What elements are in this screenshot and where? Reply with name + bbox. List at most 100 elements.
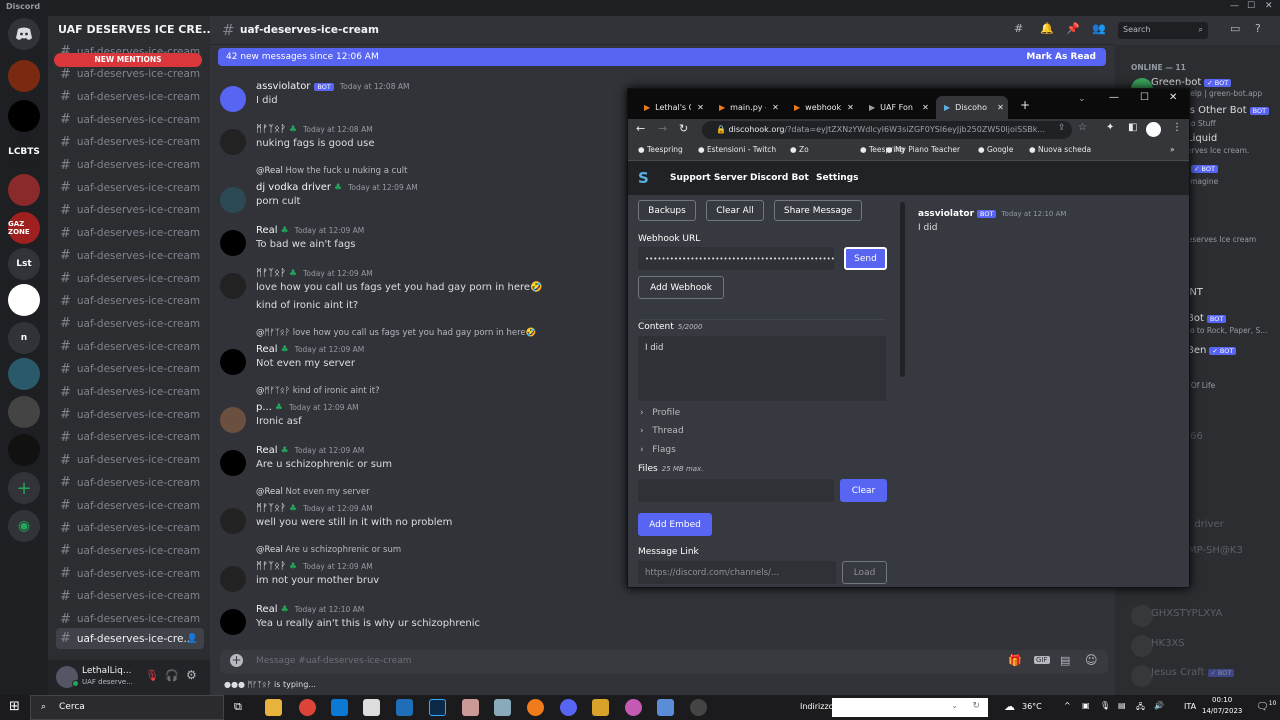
add-server-icon[interactable]: +: [8, 472, 40, 504]
gif-icon[interactable]: GIF: [1034, 656, 1050, 664]
app-icon[interactable]: [657, 699, 674, 716]
menu-kebab-icon[interactable]: ⋮: [1172, 122, 1182, 133]
browser-tab[interactable]: ▶ Discoho ✕: [936, 96, 1008, 119]
avatar[interactable]: [1131, 665, 1153, 687]
member-item[interactable]: Jesus Craft ✓ BOT: [1151, 667, 1235, 678]
close-tab-icon[interactable]: ✕: [697, 103, 704, 112]
fl-studio-icon[interactable]: [527, 699, 544, 716]
close-tab-icon[interactable]: ✕: [772, 103, 779, 112]
channel-item[interactable]: # uaf-deserves-ice-cream: [56, 268, 204, 289]
member-item[interactable]: Ben ✓ BOT: [1187, 345, 1237, 356]
backups-button[interactable]: Backups: [638, 200, 696, 221]
channel-item[interactable]: # uaf-deserves-ice-cream: [56, 518, 204, 539]
avatar[interactable]: [1131, 635, 1153, 657]
reply-preview[interactable]: @Real Are u schizophrenic or sum: [256, 545, 401, 555]
channel-item[interactable]: # uaf-deserves-ice-cream: [56, 245, 204, 266]
channel-item[interactable]: # uaf-deserves-ice-cream: [56, 472, 204, 493]
channel-item-selected[interactable]: # uaf-deserves-ice-cre... 👤: [56, 628, 204, 649]
browser-tab[interactable]: ▶ Lethal's C ✕: [636, 96, 708, 119]
author-name[interactable]: ᛗᚠᛉᛟᚹ: [256, 268, 286, 279]
task-view-icon[interactable]: ⧉: [234, 700, 242, 714]
browser-tab[interactable]: ▶ UAF Fon ✕: [861, 96, 933, 119]
avatar[interactable]: [220, 230, 246, 256]
bookmark-item[interactable]: ● Zo: [790, 145, 809, 154]
channel-item[interactable]: # uaf-deserves-ice-cream: [56, 382, 204, 403]
channel-item[interactable]: # uaf-deserves-ice-cream: [56, 291, 204, 312]
help-icon[interactable]: ?: [1255, 22, 1261, 35]
notifications-icon[interactable]: 🗨10: [1256, 700, 1276, 712]
avatar[interactable]: [220, 86, 246, 112]
reload-icon[interactable]: ↻: [679, 122, 688, 135]
channel-item[interactable]: # uaf-deserves-ice-cream: [56, 404, 204, 425]
refresh-icon[interactable]: ↻: [972, 701, 980, 711]
member-item[interactable]: Green-bot ✓ BOT: [1151, 77, 1232, 88]
author-name[interactable]: Real: [256, 604, 278, 615]
server-icon[interactable]: GAZ ZONE: [8, 212, 40, 244]
server-name[interactable]: UAF DESERVES ICE CRE... ⌄: [58, 23, 210, 36]
channel-item[interactable]: # uaf-deserves-ice-cream: [56, 495, 204, 516]
avatar[interactable]: [220, 129, 246, 155]
avatar[interactable]: [1131, 605, 1153, 627]
new-tab-button[interactable]: +: [1020, 98, 1030, 112]
tab-search-icon[interactable]: ⌄: [1078, 94, 1086, 104]
server-icon[interactable]: LCBTS: [8, 136, 40, 168]
author-name[interactable]: Real: [256, 225, 278, 236]
send-button[interactable]: Send: [844, 247, 887, 270]
channel-item[interactable]: # uaf-deserves-ice-cream: [56, 563, 204, 584]
content-textarea[interactable]: I did: [638, 336, 886, 401]
taskbar-search[interactable]: ⌕ Cerca: [30, 695, 224, 720]
reply-preview[interactable]: @Real How the fuck u nuking a cult: [256, 166, 407, 176]
new-mentions-pill[interactable]: NEW MENTIONS: [54, 53, 202, 67]
channel-item[interactable]: # uaf-deserves-ice-cream: [56, 427, 204, 448]
reply-preview[interactable]: @Real Not even my server: [256, 487, 370, 497]
member-item[interactable]: MP-SH@K3: [1188, 545, 1243, 556]
clock-date[interactable]: 14/07/2023: [1202, 707, 1242, 715]
network-icon[interactable]: 🖧: [1136, 701, 1145, 715]
meet-icon[interactable]: ▣: [1082, 701, 1090, 710]
pin-icon[interactable]: 📌: [1066, 22, 1080, 35]
clear-all-button[interactable]: Clear All: [706, 200, 764, 221]
bookmark-item[interactable]: ● Google: [978, 145, 1013, 154]
app-icon[interactable]: [625, 699, 642, 716]
inbox-icon[interactable]: ▭: [1230, 22, 1240, 35]
mark-as-read-button[interactable]: Mark As Read: [1026, 48, 1096, 66]
channel-item[interactable]: # uaf-deserves-ice-cream: [56, 450, 204, 471]
headphones-icon[interactable]: 🎧: [165, 669, 179, 682]
member-item[interactable]: /help | green-bot.app: [1183, 89, 1262, 98]
server-icon[interactable]: n: [8, 322, 40, 354]
windows-start-icon[interactable]: ⊞: [9, 699, 20, 714]
scrollbar[interactable]: [900, 202, 905, 377]
avatar[interactable]: [220, 450, 246, 476]
member-item[interactable]: Liquid: [1187, 133, 1217, 144]
obs-icon[interactable]: [690, 699, 707, 716]
channel-item[interactable]: # uaf-deserves-ice-cream: [56, 223, 204, 244]
nav-settings[interactable]: Settings: [816, 173, 858, 183]
app-icon[interactable]: [494, 699, 511, 716]
nav-support-server[interactable]: Support Server: [670, 173, 747, 183]
channel-item[interactable]: # uaf-deserves-ice-cream: [56, 86, 204, 107]
maximize-button[interactable]: ☐: [1247, 1, 1255, 11]
discord-home-icon[interactable]: [8, 18, 40, 50]
channel-item[interactable]: # uaf-deserves-ice-cream: [56, 336, 204, 357]
bookmark-star-icon[interactable]: ☆: [1078, 122, 1087, 133]
flags-expander[interactable]: › Flags: [640, 445, 676, 455]
member-item[interactable]: HK3XS: [1151, 638, 1185, 649]
clear-files-button[interactable]: Clear: [840, 479, 887, 502]
discohook-logo[interactable]: S: [638, 169, 649, 187]
close-tab-icon[interactable]: ✕: [847, 103, 854, 112]
language-indicator[interactable]: ITA: [1184, 702, 1196, 711]
weather-temp[interactable]: 36°C: [1022, 702, 1042, 711]
mute-icon[interactable]: 🎙: [145, 669, 159, 682]
channel-item[interactable]: # uaf-deserves-ice-cream: [56, 109, 204, 130]
search-input[interactable]: Search ⌕: [1118, 22, 1208, 39]
member-item[interactable]: ✓ BOT: [1188, 163, 1218, 174]
gift-icon[interactable]: 🎁: [1008, 654, 1022, 667]
channel-item[interactable]: # uaf-deserves-ice-cream: [56, 177, 204, 198]
author-name[interactable]: ᛗᚠᛉᛟᚹ: [256, 503, 286, 514]
avatar[interactable]: [220, 349, 246, 375]
dropdown-icon[interactable]: ⌄: [951, 701, 958, 710]
thread-expander[interactable]: › Thread: [640, 426, 684, 436]
file-explorer-icon[interactable]: [265, 699, 282, 716]
browser-tab[interactable]: ▶ main.py - ✕: [711, 96, 783, 119]
server-icon[interactable]: [8, 396, 40, 428]
